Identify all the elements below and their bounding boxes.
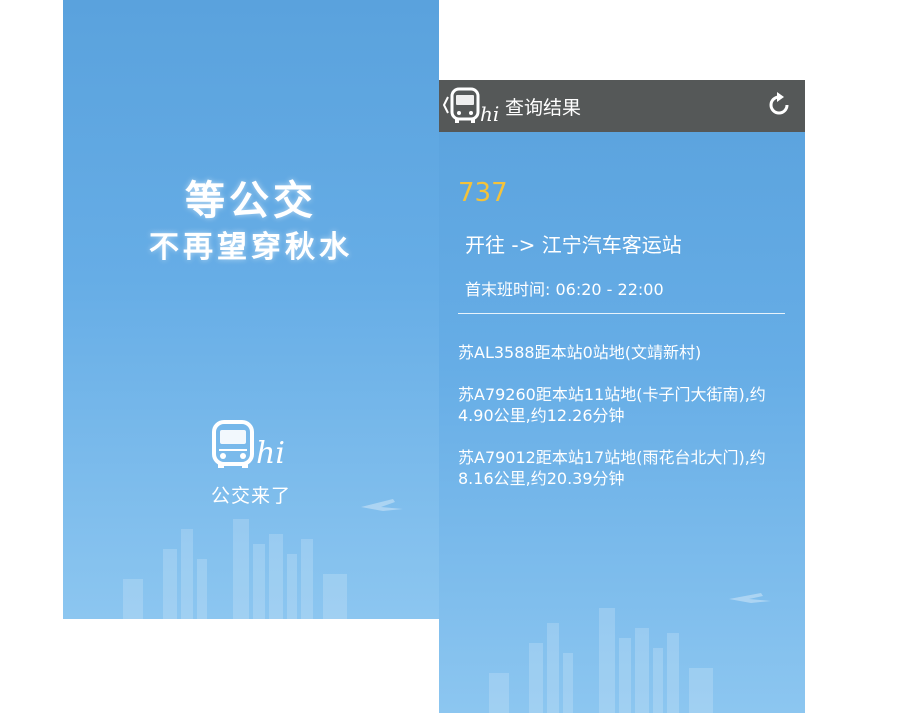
page-title: 查询结果 (505, 97, 582, 119)
top-action-bar: hi 查询结果 (439, 80, 805, 132)
list-item: 苏AL3588距本站0站地(文靖新村) (458, 343, 702, 362)
back-chevron-icon[interactable] (442, 94, 450, 116)
list-item: 苏A79260距本站11站地(卡子门大街南),约4.90公里,约12.26分钟 (458, 385, 766, 425)
refresh-icon[interactable] (765, 91, 793, 119)
svg-text:hi: hi (480, 102, 499, 125)
slogan-line-1: 等公交 (185, 177, 317, 224)
bus-hi-logo-icon: hi (211, 419, 291, 471)
city-skyline-decoration (439, 593, 805, 713)
list-item: 苏A79012距本站17站地(雨花台北大门),约8.16公里,约20.39分钟 (458, 448, 766, 488)
splash-screen: 等公交 不再望穿秋水 hi 公交来了 (63, 0, 439, 619)
bus-list: 苏AL3588距本站0站地(文靖新村) 苏A79260距本站11站地(卡子门大街… (458, 342, 778, 510)
bus-hi-logo-icon[interactable]: hi (450, 87, 500, 126)
city-skyline-decoration (63, 499, 439, 619)
svg-text:hi: hi (256, 436, 285, 469)
query-result-screen: hi 查询结果 737 开往 -> 江宁汽车客运站 首末班时间: 06:20 -… (439, 80, 805, 713)
first-last-bus-time: 首末班时间: 06:20 - 22:00 (465, 280, 664, 299)
divider (458, 313, 785, 314)
route-number: 737 (458, 178, 508, 208)
slogan-line-2: 不再望穿秋水 (149, 230, 353, 265)
route-direction: 开往 -> 江宁汽车客运站 (465, 233, 682, 257)
